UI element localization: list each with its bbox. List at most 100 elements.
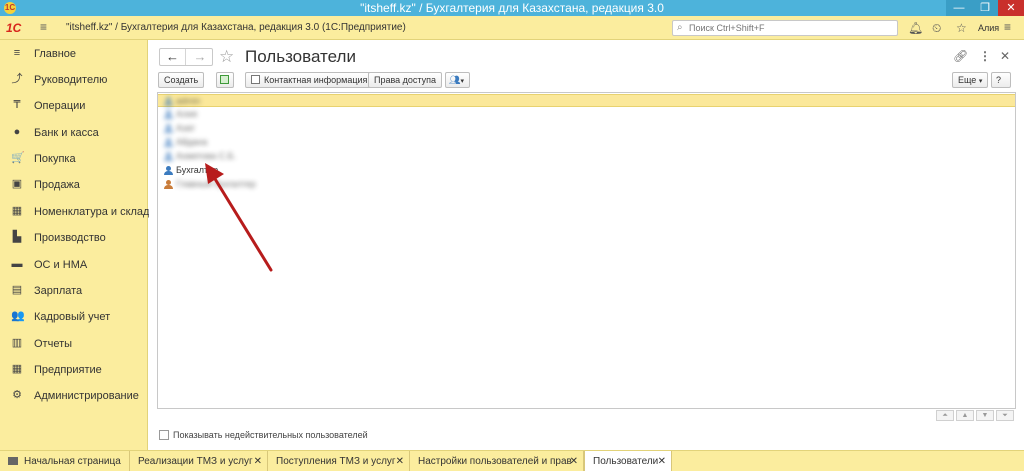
sidebar-item-purchase[interactable]: 🛒 Покупка [0, 146, 148, 172]
help-button[interactable]: ? [991, 72, 1011, 88]
sidebar-item-admin[interactable]: ⚙ Администрирование [0, 383, 148, 409]
list-item[interactable]: admin [158, 94, 1015, 107]
chevron-down-icon: ▾ [978, 78, 983, 85]
main-menu-icon[interactable]: ≡ [40, 21, 52, 33]
close-window-button[interactable]: ✕ [998, 0, 1024, 16]
gear-icon: ⚙ [12, 389, 22, 401]
tab-sales[interactable]: Реализации ТМЗ и услуг ✕ [130, 451, 268, 471]
history-nav: ← → [159, 48, 213, 66]
factory-icon: ▙ [12, 231, 22, 243]
tab-label: Поступления ТМЗ и услуг [276, 456, 396, 467]
favorites-star-icon[interactable]: ☆ [956, 21, 967, 35]
search-icon: ⌕ [677, 22, 683, 33]
sidebar-item-enterprise[interactable]: ▦ Предприятие [0, 357, 148, 383]
users-list[interactable]: admin Алия Азат Айдана Ахметова С.Б. Бух… [157, 92, 1016, 409]
cart-icon: 🛒 [11, 152, 25, 164]
home-icon [8, 457, 18, 465]
notifications-icon[interactable]: 🔔︎ [908, 21, 923, 35]
edit-icon [251, 75, 260, 84]
sidebar-item-label: Руководителю [34, 74, 108, 86]
sidebar-item-label: Банк и касса [34, 127, 99, 139]
sidebar-item-bank[interactable]: ● Банк и касса [0, 120, 148, 146]
list-item[interactable]: Алия [158, 108, 1015, 121]
sidebar-item-label: Главное [34, 48, 77, 60]
close-form-icon[interactable]: ✕ [1000, 49, 1010, 63]
contact-info-button[interactable]: Контактная информация [245, 72, 374, 88]
scroll-top-icon[interactable]: ⏶ [936, 410, 954, 421]
menu-icon: ≡ [13, 47, 21, 59]
sidebar-item-label: Отчеты [34, 338, 73, 350]
bag-icon: ▣ [11, 178, 23, 190]
window-titlebar: 1С "itsheff.kz" / Бухгалтерия для Казахс… [0, 0, 1024, 16]
scroll-bottom-icon[interactable]: ⏷ [996, 410, 1014, 421]
sidebar-item-hr[interactable]: 👥 Кадровый учет [0, 304, 148, 330]
list-item[interactable]: Айдана [158, 136, 1015, 149]
sidebar-item-label: Предприятие [34, 364, 102, 376]
show-inactive-checkbox[interactable] [159, 430, 169, 440]
link-icon[interactable]: 🔗︎ [953, 49, 968, 63]
sidebar-item-label: Кадровый учет [34, 311, 111, 323]
user-icon [164, 152, 173, 161]
tenge-icon: ₸ [13, 99, 21, 111]
list-item[interactable]: Главный бухгалтер [158, 178, 1015, 191]
more-button[interactable]: Еще ▾ [952, 72, 989, 88]
sidebar-item-sales[interactable]: ▣ Продажа [0, 172, 148, 198]
salary-icon: ▤ [11, 284, 23, 296]
user-name: Азат [176, 123, 196, 133]
sidebar-item-label: Операции [34, 100, 86, 112]
sidebar-item-salary[interactable]: ▤ Зарплата [0, 278, 148, 304]
tab-home[interactable]: Начальная страница [0, 451, 130, 471]
users-group-icon: 👥︎ [449, 75, 461, 85]
global-search[interactable]: ⌕ [672, 20, 898, 36]
sidebar-item-warehouse[interactable]: ▦ Номенклатура и склад [0, 199, 150, 225]
more-vertical-icon[interactable]: ⋮ [979, 49, 991, 63]
warehouse-icon: ▦ [11, 205, 23, 217]
coin-icon: ● [13, 126, 21, 138]
list-item[interactable]: Ахметова С.Б. [158, 150, 1015, 163]
scroll-down-icon[interactable]: ▼ [976, 410, 994, 421]
users-form: ← → ☆ Пользователи 🔗︎ ⋮ ✕ Создать Контак… [149, 40, 1024, 450]
settings-menu-icon[interactable]: ≡ [1004, 20, 1011, 34]
scroll-up-icon[interactable]: ▲ [956, 410, 974, 421]
copy-button[interactable] [216, 72, 234, 88]
sidebar-item-main[interactable]: ≡ Главное [0, 41, 148, 67]
users-group-dropdown[interactable]: 👥︎▾ [445, 72, 470, 88]
maximize-button[interactable]: ❐ [972, 0, 998, 16]
user-icon [164, 180, 173, 189]
tab-user-settings[interactable]: Настройки пользователей и прав ✕ [410, 451, 584, 471]
back-arrow-icon[interactable]: ← [160, 49, 186, 65]
close-tab-icon[interactable]: ✕ [396, 451, 404, 471]
app-header: 1С ≡ "itsheff.kz" / Бухгалтерия для Каза… [0, 16, 1024, 40]
close-tab-icon[interactable]: ✕ [570, 451, 578, 471]
current-user[interactable]: Алия [978, 23, 999, 33]
sidebar-item-label: Производство [34, 232, 106, 244]
infobase-breadcrumb: "itsheff.kz" / Бухгалтерия для Казахстан… [66, 22, 406, 33]
minimize-button[interactable]: — [946, 0, 972, 16]
user-name: Главный бухгалтер [176, 179, 256, 189]
sidebar-item-production[interactable]: ▙ Производство [0, 225, 148, 251]
sidebar-item-label: Покупка [34, 153, 76, 165]
access-rights-button[interactable]: Права доступа [368, 72, 443, 88]
search-input[interactable] [689, 22, 889, 34]
tab-receipts[interactable]: Поступления ТМЗ и услуг ✕ [268, 451, 410, 471]
truck-icon: ▬ [11, 258, 23, 270]
sidebar-item-operations[interactable]: ₸ Операции [0, 93, 148, 119]
close-tab-icon[interactable]: ✕ [658, 451, 666, 471]
history-icon[interactable]: ⏲ [932, 21, 941, 36]
list-item[interactable]: Бухгалтер [158, 164, 1015, 177]
sidebar-item-manager[interactable]: ⤴ Руководителю [0, 67, 148, 93]
close-tab-icon[interactable]: ✕ [254, 451, 262, 471]
create-button[interactable]: Создать [158, 72, 205, 88]
sidebar-item-reports[interactable]: ▥ Отчеты [0, 331, 148, 357]
sidebar-item-fixed-assets[interactable]: ▬ ОС и НМА [0, 252, 148, 278]
tab-label: Начальная страница [24, 456, 121, 467]
forward-arrow-icon[interactable]: → [187, 49, 213, 65]
favorite-star-icon[interactable]: ☆ [219, 47, 234, 67]
user-icon [164, 97, 173, 106]
list-item[interactable]: Азат [158, 122, 1015, 135]
tab-users[interactable]: Пользователи ✕ [584, 451, 672, 471]
chart-icon: ▥ [11, 337, 23, 349]
chevron-down-icon: ▾ [460, 78, 464, 85]
list-scroll-controls: ⏶ ▲ ▼ ⏷ [936, 410, 1016, 422]
user-name: Алия [176, 109, 198, 119]
